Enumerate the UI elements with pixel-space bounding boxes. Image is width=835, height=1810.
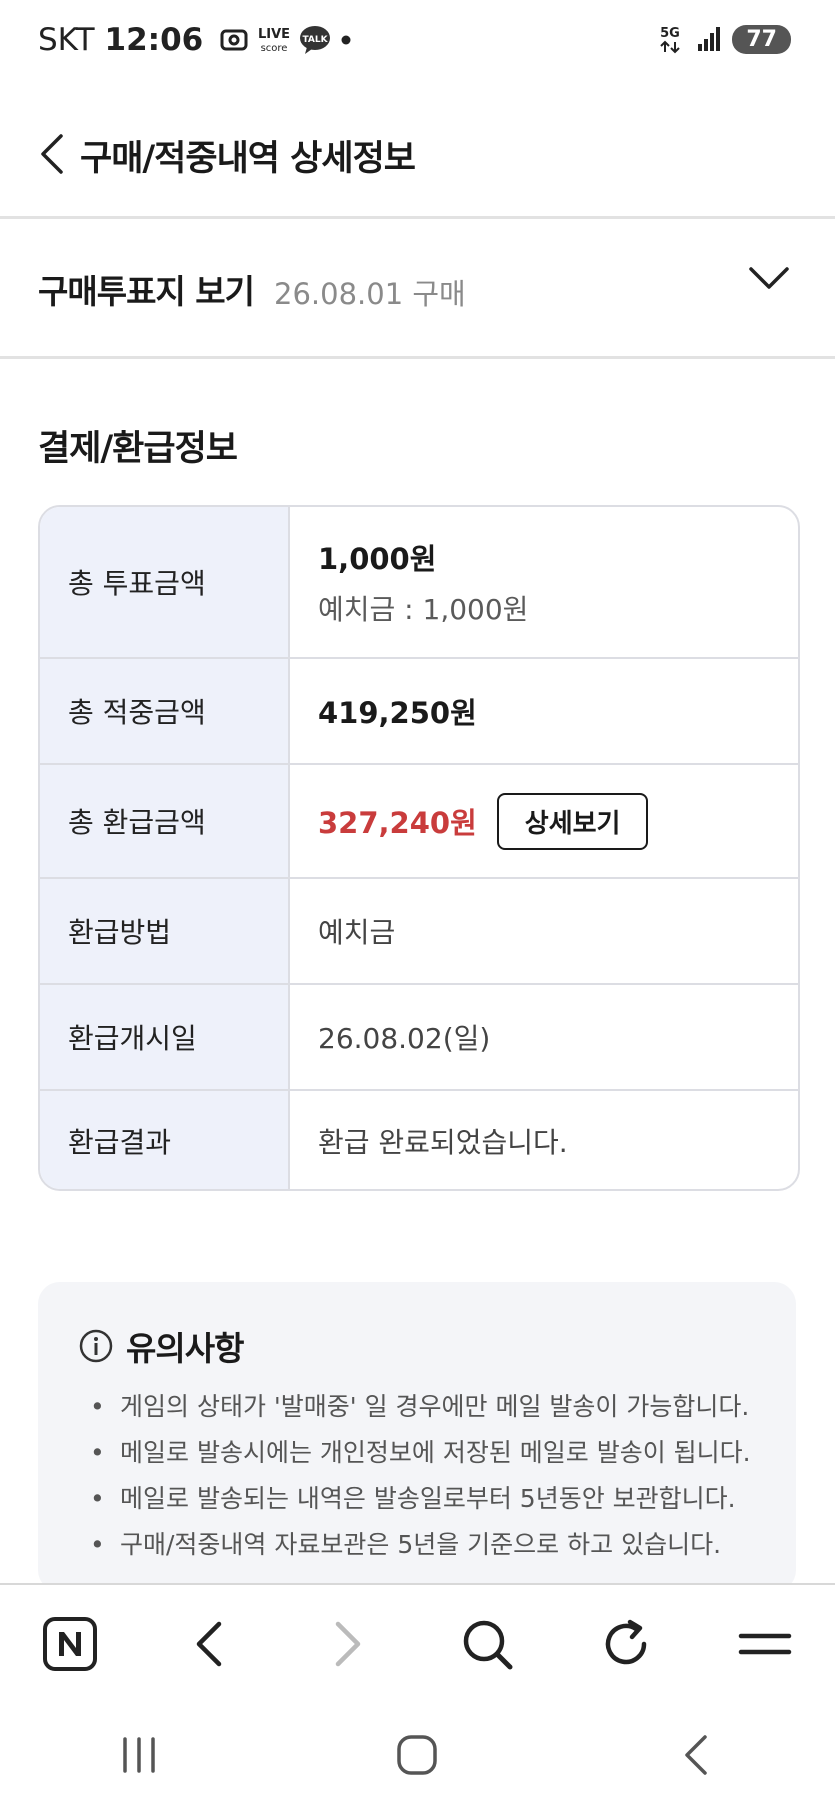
total-refund-amount: 327,240원 bbox=[318, 806, 477, 840]
browser-forward-button[interactable] bbox=[308, 1604, 388, 1684]
refresh-icon bbox=[605, 1619, 647, 1664]
view-ticket-toggle[interactable]: 구매투표지 보기 26.08.01 구매 bbox=[0, 219, 835, 359]
system-nav-bar bbox=[0, 1700, 835, 1810]
browser-back-button[interactable] bbox=[169, 1604, 249, 1684]
chevron-down-icon[interactable] bbox=[747, 263, 791, 293]
table-row-total-bet: 총 투표금액 1,000원 예치금 : 1,000원 bbox=[40, 507, 798, 659]
battery-indicator: 77 bbox=[732, 24, 791, 54]
list-item: 메일로 발송시에는 개인정보에 저장된 메일로 발송이 됩니다. bbox=[90, 1430, 751, 1476]
network-5g-icon: 5G bbox=[661, 26, 681, 54]
naver-n-icon bbox=[42, 1616, 97, 1671]
live-score-icon: LIVE score bbox=[258, 27, 290, 54]
deposit-note: 예치금 : 1,000원 bbox=[318, 593, 529, 626]
row-label: 환급결과 bbox=[40, 1091, 290, 1189]
refund-result-value: 환급 완료되었습니다. bbox=[318, 1126, 568, 1159]
refund-method-value: 예치금 bbox=[318, 916, 396, 949]
search-icon bbox=[463, 1620, 513, 1669]
browser-toolbar bbox=[0, 1583, 835, 1702]
talk-icon: TALK bbox=[300, 26, 331, 54]
svg-text:5G: 5G bbox=[661, 26, 681, 41]
dot-icon bbox=[341, 35, 351, 45]
info-icon bbox=[79, 1329, 113, 1363]
carrier-label: SKT bbox=[38, 22, 95, 58]
section-title-payment: 결제/환급정보 bbox=[38, 429, 238, 469]
chevron-left-icon bbox=[41, 134, 63, 174]
status-right: 5G 77 bbox=[656, 24, 791, 54]
ticket-label: 구매투표지 보기 bbox=[38, 272, 255, 311]
back-button[interactable] bbox=[26, 128, 78, 180]
title-bar: 구매/적중내역 상세정보 bbox=[0, 100, 835, 219]
table-row-total-win: 총 적중금액 419,250원 bbox=[40, 659, 798, 765]
recent-apps-icon bbox=[123, 1737, 155, 1773]
chevron-left-icon bbox=[685, 1735, 707, 1775]
view-details-button[interactable]: 상세보기 bbox=[496, 792, 649, 850]
row-value-cell: 327,240원 상세보기 bbox=[290, 765, 798, 877]
purchase-date: 26.08.01 구매 bbox=[274, 277, 466, 311]
row-label: 환급방법 bbox=[40, 879, 290, 983]
svg-text:TALK: TALK bbox=[303, 35, 329, 45]
list-item: 메일로 발송되는 내역은 발송일로부터 5년동안 보관합니다. bbox=[90, 1476, 751, 1522]
table-row-refund-start: 환급개시일 26.08.02(일) bbox=[40, 985, 798, 1091]
system-back-button[interactable] bbox=[656, 1715, 736, 1795]
notice-title: 유의사항 bbox=[126, 1329, 244, 1368]
notice-list: 게임의 상태가 '발매중' 일 경우에만 메일 발송이 가능합니다. 메일로 발… bbox=[90, 1384, 751, 1568]
table-row-refund-result: 환급결과 환급 완료되었습니다. bbox=[40, 1091, 798, 1189]
row-value-cell: 환급 완료되었습니다. bbox=[290, 1091, 798, 1189]
notification-icons: LIVE score TALK bbox=[219, 23, 353, 57]
refund-start-date: 26.08.02(일) bbox=[318, 1022, 491, 1055]
chevron-left-icon bbox=[196, 1621, 221, 1666]
page-title: 구매/적중내역 상세정보 bbox=[80, 139, 416, 179]
menu-button[interactable] bbox=[725, 1604, 805, 1684]
hamburger-menu-icon bbox=[739, 1633, 792, 1654]
table-row-total-refund: 총 환급금액 327,240원 상세보기 bbox=[40, 765, 798, 879]
svg-text:score: score bbox=[261, 43, 288, 54]
table-row-refund-method: 환급방법 예치금 bbox=[40, 879, 798, 985]
row-value-cell: 예치금 bbox=[290, 879, 798, 983]
naver-home-button[interactable] bbox=[30, 1604, 110, 1684]
search-button[interactable] bbox=[447, 1604, 527, 1684]
row-label: 환급개시일 bbox=[40, 985, 290, 1089]
list-item: 구매/적중내역 자료보관은 5년을 기준으로 하고 있습니다. bbox=[90, 1522, 751, 1568]
row-label: 총 투표금액 bbox=[40, 507, 290, 657]
list-item: 게임의 상태가 '발매중' 일 경우에만 메일 발송이 가능합니다. bbox=[90, 1384, 751, 1430]
payment-info-table: 총 투표금액 1,000원 예치금 : 1,000원 총 적중금액 419,25… bbox=[38, 505, 800, 1191]
chevron-right-icon bbox=[335, 1621, 361, 1666]
total-win-amount: 419,250원 bbox=[318, 696, 477, 730]
notice-header: 유의사항 bbox=[78, 1322, 244, 1370]
clock: 12:06 bbox=[104, 22, 204, 58]
notice-box: 유의사항 게임의 상태가 '발매중' 일 경우에만 메일 발송이 가능합니다. … bbox=[38, 1282, 796, 1592]
row-value-cell: 1,000원 예치금 : 1,000원 bbox=[290, 507, 798, 657]
gallery-icon bbox=[220, 29, 248, 51]
total-bet-amount: 1,000원 bbox=[318, 542, 437, 576]
status-bar: SKT 12:06 LIVE score TALK 5G 77 bbox=[0, 0, 835, 84]
svg-text:LIVE: LIVE bbox=[258, 27, 290, 42]
refresh-button[interactable] bbox=[586, 1604, 666, 1684]
row-label: 총 적중금액 bbox=[40, 659, 290, 763]
signal-icon bbox=[698, 27, 721, 51]
row-value-cell: 26.08.02(일) bbox=[290, 985, 798, 1089]
row-value-cell: 419,250원 bbox=[290, 659, 798, 763]
home-square-icon bbox=[397, 1735, 438, 1775]
home-button[interactable] bbox=[377, 1715, 457, 1795]
row-label: 총 환급금액 bbox=[40, 765, 290, 877]
status-left: SKT 12:06 LIVE score TALK bbox=[38, 22, 353, 58]
recent-apps-button[interactable] bbox=[99, 1715, 179, 1795]
